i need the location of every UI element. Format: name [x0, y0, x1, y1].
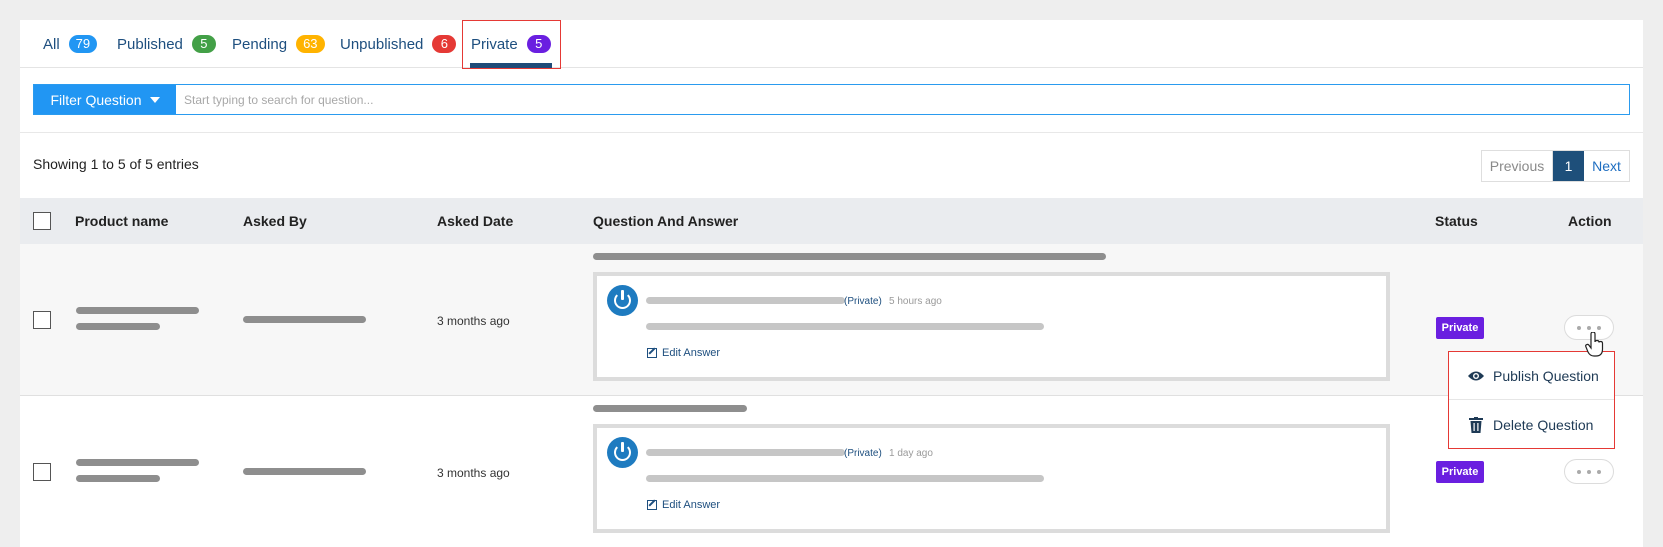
answer-text-placeholder	[646, 475, 1044, 482]
tab-pending[interactable]: Pending 63	[232, 20, 325, 68]
filter-bar: Filter Question	[33, 84, 1630, 115]
column-header-asked-by[interactable]: Asked By	[243, 198, 307, 244]
status-tabs: All 79 Published 5 Pending 63 Unpublishe…	[20, 20, 1643, 69]
column-header-product[interactable]: Product name	[75, 198, 168, 244]
dot	[1597, 325, 1601, 330]
power-avatar-icon	[607, 437, 638, 468]
divider	[20, 132, 1643, 133]
question-text-placeholder	[593, 253, 1106, 260]
select-all-checkbox[interactable]	[33, 212, 51, 230]
power-avatar-icon	[607, 285, 638, 316]
caret-down-icon	[149, 96, 160, 103]
count-badge: 5	[191, 35, 216, 53]
status-badge: Private	[1436, 461, 1484, 483]
dot	[1587, 325, 1591, 330]
edit-icon	[647, 500, 657, 510]
edit-answer-link[interactable]: Edit Answer	[647, 347, 720, 359]
count-badge: 63	[296, 35, 325, 53]
eye-icon	[1467, 368, 1485, 384]
answer-card: (Private) 1 day ago Edit Answer	[593, 424, 1390, 533]
current-page-button[interactable]: 1	[1553, 151, 1584, 181]
answer-visibility-label: (Private)	[844, 296, 882, 307]
table-row: 3 months ago (Private) 1 day ago Edit An…	[20, 396, 1643, 547]
product-name-placeholder	[76, 459, 199, 466]
product-name-placeholder	[76, 307, 199, 314]
column-header-action: Action	[1568, 213, 1612, 229]
publish-question-menu-item[interactable]: Publish Question	[1449, 352, 1614, 400]
edit-icon	[647, 348, 657, 358]
active-tab-indicator	[470, 63, 552, 68]
table-header: Product name Asked By Asked Date Questio…	[20, 198, 1643, 244]
column-header-question-answer[interactable]: Question And Answer	[593, 198, 738, 244]
previous-page-button[interactable]: Previous	[1482, 151, 1553, 181]
edit-answer-label: Edit Answer	[662, 347, 721, 359]
trash-icon	[1467, 417, 1485, 433]
delete-question-label: Delete Question	[1493, 417, 1594, 433]
question-text-placeholder	[593, 405, 747, 412]
asked-by-placeholder	[243, 468, 366, 475]
edit-answer-link[interactable]: Edit Answer	[647, 499, 720, 511]
question-search-input[interactable]	[176, 85, 1629, 114]
pagination: Previous 1 Next	[1481, 150, 1630, 182]
publish-question-label: Publish Question	[1493, 367, 1599, 384]
row-checkbox[interactable]	[33, 463, 51, 481]
tab-unpublished[interactable]: Unpublished 6	[340, 20, 457, 68]
status-badge: Private	[1436, 317, 1484, 339]
tab-all[interactable]: All 79	[43, 20, 98, 68]
answer-text-placeholder	[646, 323, 1044, 330]
column-header-status[interactable]: Status	[1435, 198, 1478, 244]
row-actions-menu: Publish Question Delete Question	[1448, 351, 1615, 449]
delete-question-menu-item[interactable]: Delete Question	[1449, 401, 1614, 449]
answerer-name-placeholder	[646, 297, 845, 304]
row-checkbox[interactable]	[33, 311, 51, 329]
asked-by-placeholder	[243, 316, 366, 323]
filter-button-label: Filter Question	[50, 91, 142, 108]
entries-info: Showing 1 to 5 of 5 entries	[33, 156, 199, 172]
count-badge: 6	[432, 35, 457, 53]
table-row: 3 months ago (Private) 5 hours ago Edit …	[20, 244, 1643, 396]
edit-answer-label: Edit Answer	[662, 499, 721, 511]
answer-timestamp: 1 day ago	[889, 448, 933, 459]
asked-date: 3 months ago	[437, 466, 510, 480]
answer-timestamp: 5 hours ago	[889, 296, 942, 307]
row-actions-button[interactable]	[1564, 459, 1614, 484]
tab-published[interactable]: Published 5	[117, 20, 216, 68]
count-badge: 79	[68, 35, 98, 53]
questions-panel: All 79 Published 5 Pending 63 Unpublishe…	[20, 20, 1643, 547]
product-name-placeholder	[76, 475, 160, 482]
dot	[1597, 469, 1601, 474]
dot	[1577, 469, 1581, 474]
product-name-placeholder	[76, 323, 160, 330]
hand-cursor-icon	[1585, 332, 1604, 357]
asked-date: 3 months ago	[437, 314, 510, 328]
answerer-name-placeholder	[646, 449, 845, 456]
active-tab-highlight	[462, 20, 561, 69]
answer-visibility-label: (Private)	[844, 448, 882, 459]
next-page-button[interactable]: Next	[1584, 151, 1629, 181]
column-header-asked-date[interactable]: Asked Date	[437, 198, 513, 244]
dot	[1587, 469, 1591, 474]
dot	[1577, 325, 1581, 330]
filter-question-button[interactable]: Filter Question	[34, 85, 176, 114]
tab-label: Unpublished	[340, 35, 424, 53]
tab-label: Pending	[232, 35, 288, 53]
answer-card: (Private) 5 hours ago Edit Answer	[593, 272, 1390, 381]
tab-label: All	[43, 35, 60, 53]
tab-label: Published	[117, 35, 183, 53]
